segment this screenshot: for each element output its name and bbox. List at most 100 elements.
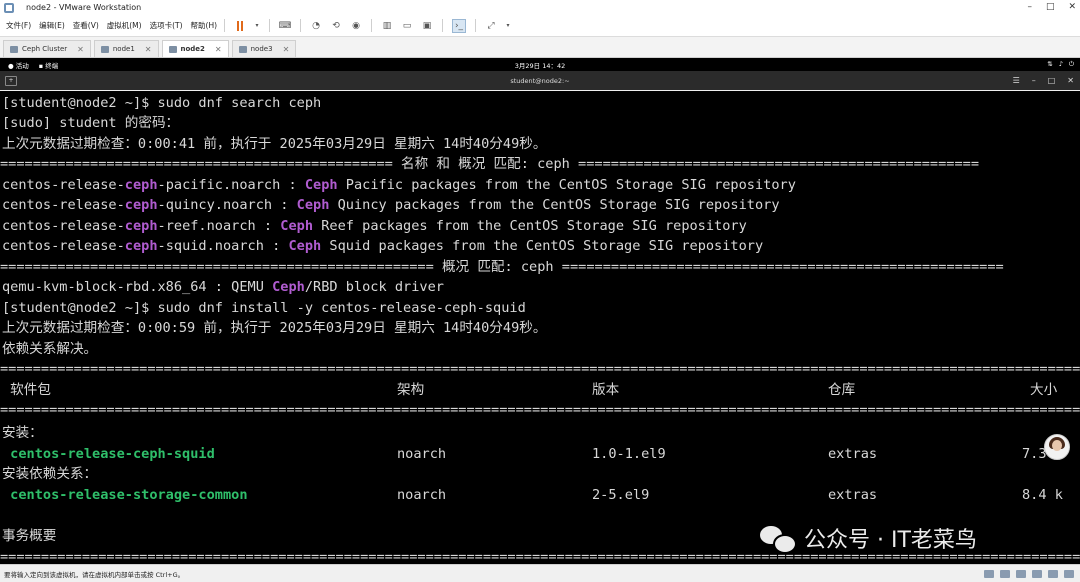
separator-line: ========================================… xyxy=(0,259,1004,275)
terminal-line: 依赖关系解决。 xyxy=(2,341,98,357)
vm-icon xyxy=(238,45,247,53)
toolbar-separator xyxy=(300,19,302,32)
toolbar-separator xyxy=(475,19,477,32)
tab-label: Ceph Cluster xyxy=(22,45,68,53)
author-avatar xyxy=(1044,434,1070,460)
clock[interactable]: 3月29日 14：42 xyxy=(0,60,1080,70)
close-icon[interactable]: ✕ xyxy=(1067,76,1074,85)
power-icon[interactable]: ⏻ xyxy=(1069,60,1074,69)
menu-edit[interactable]: 编辑(E) xyxy=(39,20,65,31)
terminal-title: student@node2:~ xyxy=(510,76,570,85)
close-icon[interactable]: ✕ xyxy=(77,45,84,54)
maximize-icon[interactable]: □ xyxy=(1046,0,1055,15)
minimize-icon[interactable]: – xyxy=(1032,76,1036,85)
menu-toolbar: 文件(F) 编辑(E) 查看(V) 虚拟机(M) 选项卡(T) 帮助(H) ▾ … xyxy=(0,15,1080,37)
dropdown-arrow-icon[interactable]: ▾ xyxy=(254,20,260,32)
toolbar-separator xyxy=(371,19,373,32)
console-view-icon[interactable]: ›_ xyxy=(452,18,467,33)
col-header-package: 软件包 xyxy=(2,382,51,398)
close-icon[interactable]: ✕ xyxy=(215,45,222,54)
terminal-line: 上次元数据过期检查：0:00:41 前，执行于 2025年03月29日 星期六 … xyxy=(2,136,547,152)
package-arch: noarch xyxy=(397,446,447,462)
col-header-version: 版本 xyxy=(592,382,620,398)
search-result-line: centos-release-ceph-squid.noarch : Ceph … xyxy=(2,238,764,254)
tab-label: node2 xyxy=(180,45,205,53)
tab-node1[interactable]: node1 ✕ xyxy=(93,40,159,57)
vm-tab-bar: Ceph Cluster ✕ node1 ✕ node2 ✕ node3 ✕ xyxy=(0,37,1080,58)
tab-node3[interactable]: node3 ✕ xyxy=(231,40,297,57)
status-text: 要将输入定向到该虚拟机，请在虚拟机内部单击或按 Ctrl+G。 xyxy=(4,570,185,579)
thumbnail-icon[interactable]: ▭ xyxy=(401,20,413,32)
search-result-line: centos-release-ceph-reef.noarch : Ceph R… xyxy=(2,218,747,234)
send-keys-icon[interactable]: ⌨ xyxy=(279,20,292,32)
wechat-watermark: 公众号 · IT老菜鸟 xyxy=(760,522,977,554)
menu-file[interactable]: 文件(F) xyxy=(6,20,31,31)
cdrom-icon[interactable] xyxy=(1000,569,1010,578)
tab-label: node3 xyxy=(250,45,273,53)
close-icon[interactable]: ✕ xyxy=(145,45,152,54)
window-controls: – □ ✕ xyxy=(1027,0,1076,15)
revert-snapshot-icon[interactable]: ⟲ xyxy=(330,20,342,32)
toolbar-separator xyxy=(224,19,226,32)
col-header-size: 大小 xyxy=(1030,382,1058,398)
toolbar-separator xyxy=(442,19,444,32)
fullscreen-icon[interactable]: ▣ xyxy=(421,20,433,32)
gnome-top-bar: ● 活动 ▪ 终端 3月29日 14：42 ⇅ ♪ ⏻ xyxy=(0,58,1080,71)
library-icon[interactable]: ▥ xyxy=(381,20,393,32)
network-adapter-icon[interactable] xyxy=(1016,569,1026,578)
section-label: 安装： xyxy=(2,425,43,441)
pause-icon[interactable] xyxy=(234,20,246,32)
stretch-icon[interactable]: ⤢ xyxy=(485,20,497,32)
terminal-output[interactable]: [student@node2 ~]$ sudo dnf search ceph … xyxy=(0,91,1080,564)
menu-view[interactable]: 查看(V) xyxy=(73,20,99,31)
sound-icon[interactable] xyxy=(1048,569,1058,578)
tab-label: node1 xyxy=(112,45,135,53)
menu-help[interactable]: 帮助(H) xyxy=(191,20,218,31)
vm-icon xyxy=(100,45,109,53)
snapshot-icon[interactable]: ◔ xyxy=(310,20,322,32)
terminal-line: [student@node2 ~]$ sudo dnf install -y c… xyxy=(2,300,526,316)
close-icon[interactable]: ✕ xyxy=(1068,0,1076,15)
terminal-line: [sudo] student 的密码： xyxy=(2,115,180,131)
package-arch: noarch xyxy=(397,487,447,503)
dropdown-arrow-icon[interactable]: ▾ xyxy=(505,20,511,32)
menu-icon[interactable]: ☰ xyxy=(1013,76,1020,85)
close-icon[interactable]: ✕ xyxy=(283,45,290,54)
minimize-icon[interactable]: – xyxy=(1027,0,1032,15)
col-header-repo: 仓库 xyxy=(828,382,856,398)
package-name: centos-release-storage-common xyxy=(2,487,248,503)
section-label: 事务概要 xyxy=(2,528,57,544)
volume-icon[interactable]: ♪ xyxy=(1059,60,1063,69)
package-repo: extras xyxy=(828,446,878,462)
status-bar: 要将输入定向到该虚拟机，请在虚拟机内部单击或按 Ctrl+G。 xyxy=(0,564,1080,582)
package-size: 8.4 k xyxy=(1022,487,1063,503)
search-result-line: centos-release-ceph-pacific.noarch : Cep… xyxy=(2,177,796,193)
display-icon[interactable] xyxy=(1064,569,1074,578)
vmware-app-icon xyxy=(4,2,14,13)
separator-line: ========================================… xyxy=(0,156,980,172)
tab-ceph-cluster[interactable]: Ceph Cluster ✕ xyxy=(3,40,91,57)
terminal-line: [student@node2 ~]$ sudo dnf search ceph xyxy=(2,95,322,111)
snapshot-manager-icon[interactable]: ◉ xyxy=(350,20,362,32)
search-result-line: qemu-kvm-block-rbd.x86_64 : QEMU Ceph/RB… xyxy=(2,279,444,295)
package-version: 1.0-1.el9 xyxy=(592,446,666,462)
menu-tabs[interactable]: 选项卡(T) xyxy=(150,20,183,31)
col-header-arch: 架构 xyxy=(397,382,425,398)
wechat-icon xyxy=(760,524,797,554)
usb-icon[interactable] xyxy=(1032,569,1042,578)
watermark-text: 公众号 · IT老菜鸟 xyxy=(804,528,977,553)
hdd-icon[interactable] xyxy=(984,569,994,578)
terminal-header: + student@node2:~ ☰ – □ ✕ xyxy=(0,71,1080,90)
network-icon[interactable]: ⇅ xyxy=(1047,60,1052,69)
maximize-icon[interactable]: □ xyxy=(1048,76,1056,85)
package-version: 2-5.el9 xyxy=(592,487,650,503)
section-label: 安装依赖关系： xyxy=(2,466,98,482)
folder-icon xyxy=(10,45,18,53)
separator-line: ========================================… xyxy=(0,361,1080,377)
menu-vm[interactable]: 虚拟机(M) xyxy=(107,20,142,31)
vm-icon xyxy=(168,45,177,53)
toolbar-separator xyxy=(269,19,271,32)
window-titlebar: node2 - VMware Workstation – □ ✕ xyxy=(0,0,1080,15)
tab-node2[interactable]: node2 ✕ xyxy=(161,40,229,57)
search-result-line: centos-release-ceph-quincy.noarch : Ceph… xyxy=(2,197,780,213)
